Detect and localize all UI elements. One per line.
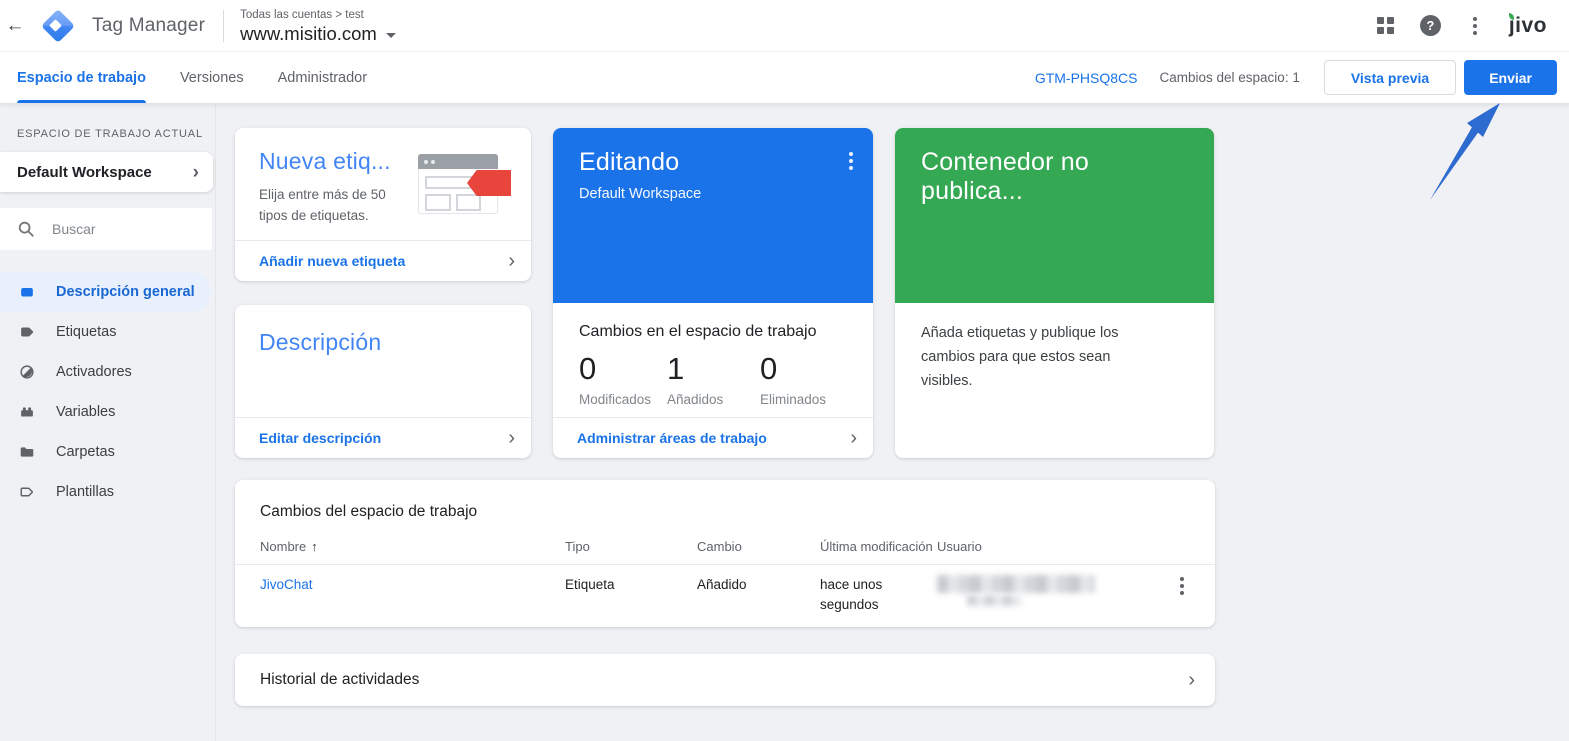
description-card: Descripción Editar descripción › xyxy=(235,305,531,458)
chevron-right-icon: › xyxy=(850,427,857,449)
tab-admin[interactable]: Administrador xyxy=(278,52,367,103)
table-row[interactable]: JivoChat Etiqueta Añadido hace unos segu… xyxy=(235,565,1215,627)
activity-history-card[interactable]: Historial de actividades › xyxy=(235,654,1215,706)
workspace-changes-table-card: Cambios del espacio de trabajo Nombre ↑ … xyxy=(235,480,1215,627)
back-arrow-icon[interactable]: ← xyxy=(0,15,30,37)
workspace-changes-count: Cambios del espacio: 1 xyxy=(1159,70,1300,85)
activity-history-title: Historial de actividades xyxy=(260,671,420,688)
row-user-redacted xyxy=(937,575,1097,609)
annotation-arrow-icon xyxy=(1430,103,1500,200)
new-tag-description: Elija entre más de 50 tipos de etiquetas… xyxy=(259,187,386,223)
new-tag-card: Nueva etiq... Elija entre más de 50 tipo… xyxy=(235,128,531,281)
sidebar-item-label: Variables xyxy=(56,404,116,420)
sidebar-item-variables[interactable]: Variables xyxy=(0,392,211,432)
template-icon xyxy=(17,482,37,502)
app-title: Tag Manager xyxy=(92,14,206,36)
tag-icon xyxy=(17,322,37,342)
sidebar: ESPACIO DE TRABAJO ACTUAL Default Worksp… xyxy=(0,104,216,741)
tag-manager-logo-icon xyxy=(38,6,78,46)
tab-bar: Espacio de trabajo Versiones Administrad… xyxy=(0,52,1569,104)
chevron-right-icon: › xyxy=(508,250,515,272)
new-tag-illustration-icon xyxy=(418,150,511,220)
sidebar-item-label: Plantillas xyxy=(56,484,115,500)
description-title: Descripción xyxy=(259,329,382,355)
apps-grid-icon[interactable] xyxy=(1376,17,1394,34)
editing-card: Editando Default Workspace Cambios en el… xyxy=(553,128,873,458)
workspace-name: Default Workspace xyxy=(17,163,152,181)
sidebar-item-label: Activadores xyxy=(56,364,132,380)
search-icon xyxy=(18,221,34,237)
manage-workspaces-action[interactable]: Administrar áreas de trabajo › xyxy=(553,417,873,458)
breadcrumb-block: Todas las cuentas > test www.misitio.com xyxy=(240,7,396,45)
column-header-modified[interactable]: Última modificación xyxy=(820,539,937,564)
row-menu-icon[interactable] xyxy=(1174,575,1190,597)
overview-icon xyxy=(17,282,37,302)
column-header-user[interactable]: Usuario xyxy=(937,539,1150,564)
manage-workspaces-link[interactable]: Administrar áreas de trabajo xyxy=(577,430,767,446)
sidebar-item-triggers[interactable]: Activadores xyxy=(0,352,211,392)
preview-button[interactable]: Vista previa xyxy=(1323,60,1457,95)
breadcrumb[interactable]: Todas las cuentas > test xyxy=(240,9,396,21)
current-workspace-label: ESPACIO DE TRABAJO ACTUAL xyxy=(17,128,203,140)
search-bar[interactable] xyxy=(0,208,212,250)
container-domain: www.misitio.com xyxy=(240,22,377,44)
row-name-link[interactable]: JivoChat xyxy=(260,575,565,595)
add-new-tag-action[interactable]: Añadir nueva etiqueta › xyxy=(235,240,531,281)
sidebar-item-templates[interactable]: Plantillas xyxy=(0,472,211,512)
workspace-changes-heading: Cambios en el espacio de trabajo xyxy=(579,323,817,340)
workspace-selector[interactable]: Default Workspace › xyxy=(0,152,213,192)
unpublished-banner: Contenedor no publica... xyxy=(895,128,1214,303)
card-menu-icon[interactable] xyxy=(843,150,859,172)
stat-added: 1 Añadidos xyxy=(667,351,724,407)
column-header-change[interactable]: Cambio xyxy=(697,539,820,564)
table-header-row: Nombre ↑ Tipo Cambio Última modificación… xyxy=(235,521,1215,565)
sidebar-item-label: Etiquetas xyxy=(56,324,117,340)
column-header-name[interactable]: Nombre ↑ xyxy=(260,539,565,564)
row-change: Añadido xyxy=(697,577,747,592)
sidebar-item-tags[interactable]: Etiquetas xyxy=(0,312,211,352)
main-content: Nueva etiq... Elija entre más de 50 tipo… xyxy=(235,128,1215,706)
stat-modified: 0 Modificados xyxy=(579,351,652,407)
unpublished-body-text: Añada etiquetas y publique los cambios p… xyxy=(921,325,1119,389)
stat-deleted: 0 Eliminados xyxy=(760,351,827,407)
sidebar-item-folders[interactable]: Carpetas xyxy=(0,432,211,472)
column-header-type[interactable]: Tipo xyxy=(565,539,697,564)
top-header: ← Tag Manager Todas las cuentas > test w… xyxy=(0,0,1569,52)
variables-icon xyxy=(17,402,37,422)
chevron-right-icon: › xyxy=(508,427,515,449)
edit-description-link[interactable]: Editar descripción xyxy=(259,430,381,446)
chevron-right-icon: › xyxy=(1188,669,1195,691)
tab-versions[interactable]: Versiones xyxy=(180,52,244,103)
row-modified: hace unos segundos xyxy=(820,577,883,612)
jivo-logo: jivo xyxy=(1508,12,1547,37)
edit-description-action[interactable]: Editar descripción › xyxy=(235,417,531,458)
unpublished-title: Contenedor no publica... xyxy=(921,148,1090,205)
add-new-tag-link[interactable]: Añadir nueva etiqueta xyxy=(259,253,405,269)
tab-workspace[interactable]: Espacio de trabajo xyxy=(17,52,146,103)
sort-ascending-icon: ↑ xyxy=(311,539,318,554)
editing-workspace-name: Default Workspace xyxy=(579,186,702,202)
row-type: Etiqueta xyxy=(565,577,615,592)
editing-banner: Editando Default Workspace xyxy=(553,128,873,303)
header-divider xyxy=(223,9,225,42)
chevron-right-icon: › xyxy=(192,161,199,183)
unpublished-container-card: Contenedor no publica... Añada etiquetas… xyxy=(895,128,1214,458)
chevron-down-icon xyxy=(385,32,396,38)
submit-button[interactable]: Enviar xyxy=(1464,60,1557,95)
help-icon[interactable]: ? xyxy=(1419,15,1441,36)
new-tag-title: Nueva etiq... xyxy=(259,148,391,174)
sidebar-item-label: Carpetas xyxy=(56,444,115,460)
container-selector[interactable]: www.misitio.com xyxy=(240,23,396,45)
search-input[interactable] xyxy=(52,221,192,237)
folder-icon xyxy=(17,442,37,462)
sidebar-item-overview[interactable]: Descripción general xyxy=(0,272,211,312)
overflow-menu-icon[interactable] xyxy=(1467,15,1483,37)
editing-title: Editando xyxy=(579,148,680,176)
container-id-link[interactable]: GTM-PHSQ8CS xyxy=(1035,70,1138,86)
sidebar-item-label: Descripción general xyxy=(56,284,195,300)
table-title: Cambios del espacio de trabajo xyxy=(260,503,478,520)
trigger-icon xyxy=(17,362,37,382)
